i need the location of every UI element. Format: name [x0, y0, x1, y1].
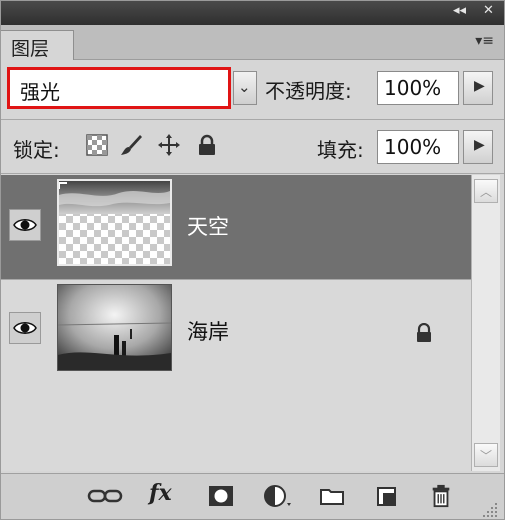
fill-label: 填充:: [317, 138, 364, 162]
tab-layers[interactable]: 图层: [1, 30, 74, 60]
triangle-right-icon: ▶: [474, 137, 485, 153]
opacity-slider-button[interactable]: ▶: [463, 71, 493, 105]
layer-thumbnail[interactable]: [57, 179, 172, 266]
blend-mode-value: 强光: [20, 80, 60, 104]
layers-scrollbar[interactable]: ︿ ﹀: [471, 175, 500, 471]
fill-slider-button[interactable]: ▶: [463, 130, 493, 164]
panel-menu-icon[interactable]: ▾≡: [475, 33, 494, 49]
lock-all-icon[interactable]: [195, 133, 219, 157]
lock-image-pixels-brush-icon[interactable]: [119, 133, 143, 157]
divider: [1, 173, 504, 174]
coast-thumbnail-image: [58, 285, 171, 370]
layer-name[interactable]: 天空: [187, 211, 229, 241]
panel-titlebar: ◂◂ ✕: [1, 1, 504, 25]
divider: [1, 119, 504, 120]
eye-icon: [13, 219, 37, 231]
fill-input[interactable]: 100%: [377, 130, 459, 164]
lock-position-move-icon[interactable]: [157, 133, 181, 157]
blend-mode-select[interactable]: 强光: [7, 67, 231, 109]
resize-grip-icon[interactable]: [481, 498, 499, 520]
visibility-toggle[interactable]: [9, 312, 41, 344]
trash-icon[interactable]: [429, 484, 453, 508]
layer-mask-icon[interactable]: [207, 484, 235, 508]
new-layer-icon[interactable]: [375, 484, 399, 508]
eye-icon: [13, 322, 37, 334]
layer-row-coast[interactable]: 海岸: [1, 280, 471, 384]
close-icon[interactable]: ✕: [483, 3, 494, 18]
opacity-label: 不透明度:: [265, 79, 352, 103]
tab-layers-label: 图层: [11, 38, 50, 60]
layers-list: 天空 海岸: [1, 175, 471, 471]
chevron-up-icon: ︿: [480, 185, 493, 199]
blend-mode-dropdown-button[interactable]: ⌄: [233, 71, 257, 105]
fx-icon[interactable]: fx: [149, 480, 172, 506]
fill-value: 100%: [384, 135, 442, 159]
chevron-down-icon: ﹀: [480, 449, 493, 463]
opacity-input[interactable]: 100%: [377, 71, 459, 105]
scroll-down-button[interactable]: ﹀: [474, 443, 498, 467]
lock-label: 锁定:: [13, 138, 60, 162]
layer-thumbnail[interactable]: [57, 284, 172, 371]
new-group-folder-icon[interactable]: [319, 484, 345, 508]
visibility-toggle[interactable]: [9, 209, 41, 241]
link-layers-icon[interactable]: [87, 484, 123, 508]
layer-row-sky[interactable]: 天空: [1, 175, 471, 279]
panel-tab-row: 图层 ▾≡: [1, 25, 504, 60]
lock-icon: [417, 323, 431, 342]
chevron-down-icon: ⌄: [238, 78, 251, 96]
layers-bottom-toolbar: fx: [1, 473, 504, 520]
opacity-value: 100%: [384, 76, 442, 100]
layers-panel: ◂◂ ✕ 图层 ▾≡ 强光 ⌄ 不透明度: 100% ▶ 锁定: 填充: 100…: [0, 0, 505, 520]
lock-transparent-pixels-icon[interactable]: [85, 133, 109, 157]
sky-thumbnail-image: [59, 181, 170, 264]
collapse-icon[interactable]: ◂◂: [453, 3, 466, 18]
triangle-right-icon: ▶: [474, 78, 485, 94]
layer-name[interactable]: 海岸: [187, 316, 229, 346]
scroll-up-button[interactable]: ︿: [474, 179, 498, 203]
adjustment-layer-icon[interactable]: [263, 484, 293, 508]
